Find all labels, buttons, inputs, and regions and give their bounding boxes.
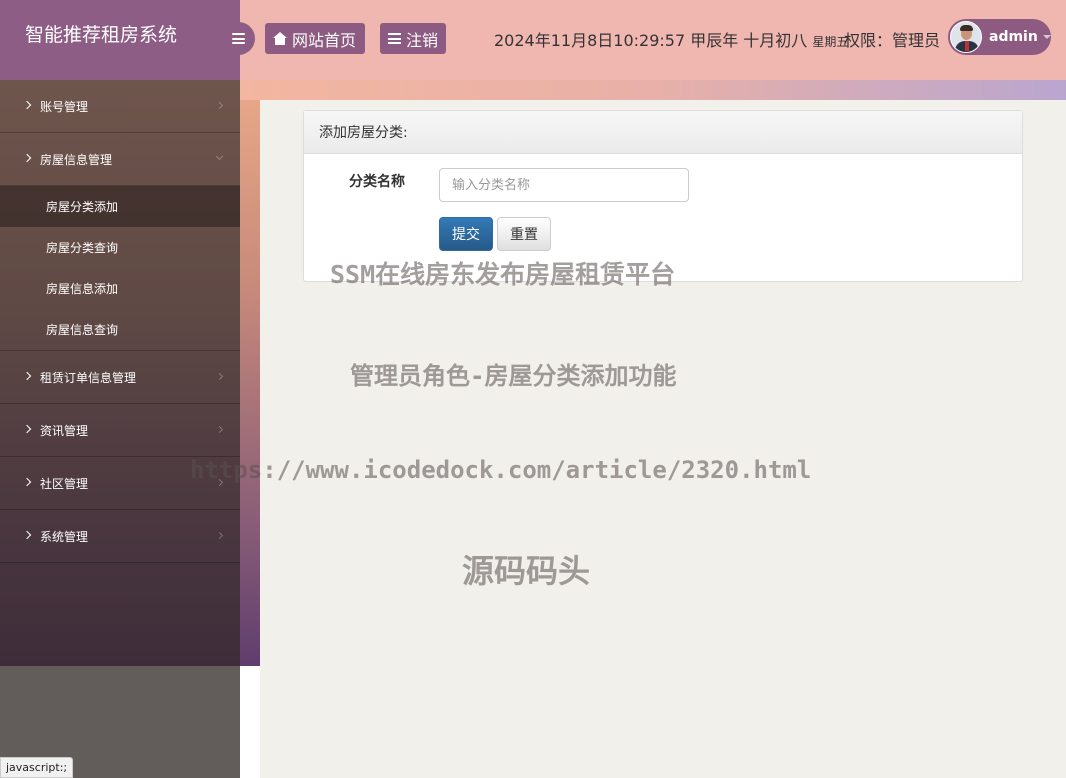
datetime-text: 2024年11月8日10:29:57 甲辰年 十月初八 <box>494 31 808 50</box>
top-header: 智能推荐租房系统 网站首页 注销 2024年11月8日10:29:57 甲辰年 … <box>0 0 1066 80</box>
chevron-right-icon <box>22 371 32 381</box>
weekday-text: 星期五 <box>812 35 849 49</box>
current-datetime: 2024年11月8日10:29:57 甲辰年 十月初八 星期五 <box>494 27 848 51</box>
chevron-down-icon <box>215 152 224 161</box>
submenu-item-category-query[interactable]: 房屋分类查询 <box>0 227 240 268</box>
sidebar-item-label: 租赁订单信息管理 <box>40 370 137 385</box>
list-icon <box>388 33 401 44</box>
username: admin <box>989 29 1038 45</box>
sidebar-toggle-button[interactable] <box>222 22 255 55</box>
chevron-right-icon <box>215 425 224 434</box>
sidebar-item-rental-orders[interactable]: 租赁订单信息管理 <box>0 351 240 404</box>
chevron-right-icon <box>22 424 32 434</box>
avatar <box>950 21 982 53</box>
sidebar-item-label: 账号管理 <box>40 99 89 114</box>
category-name-input[interactable] <box>439 168 689 202</box>
sidebar-item-label: 系统管理 <box>40 529 89 544</box>
category-name-label: 分类名称 <box>349 174 405 190</box>
menu-toggle-icon <box>232 33 245 44</box>
submenu-item-label: 房屋信息查询 <box>46 323 119 337</box>
logout-button[interactable]: 注销 <box>380 23 446 54</box>
reset-button[interactable]: 重置 <box>497 217 551 251</box>
site-home-button[interactable]: 网站首页 <box>265 23 365 54</box>
site-home-label: 网站首页 <box>292 30 357 50</box>
submenu-item-house-query[interactable]: 房屋信息查询 <box>0 309 240 350</box>
sidebar-item-account[interactable]: 账号管理 <box>0 80 240 133</box>
submenu-item-label: 房屋分类添加 <box>46 200 119 214</box>
sidebar-item-system[interactable]: 系统管理 <box>0 510 240 563</box>
chevron-right-icon <box>22 153 32 163</box>
chevron-right-icon <box>22 100 32 110</box>
chevron-right-icon <box>22 530 32 540</box>
permission-label: 权限：管理员 <box>844 31 941 50</box>
user-menu[interactable]: admin <box>948 19 1051 55</box>
submenu-item-category-add[interactable]: 房屋分类添加 <box>0 186 240 227</box>
sidebar-item-label: 房屋信息管理 <box>40 152 113 167</box>
submenu-item-label: 房屋分类查询 <box>46 241 119 255</box>
main-content: 添加房屋分类: 分类名称 提交 重置 <box>260 100 1066 778</box>
watermark-line: 源码码头 <box>462 552 591 590</box>
sidebar: 账号管理 房屋信息管理 房屋分类添加 房屋分类查询 房屋信息添加 房屋信息查询 … <box>0 80 240 666</box>
sidebar-item-label: 资讯管理 <box>40 423 89 438</box>
logout-label: 注销 <box>406 30 439 50</box>
sidebar-item-house-info[interactable]: 房屋信息管理 <box>0 133 240 186</box>
chevron-right-icon <box>215 372 224 381</box>
chevron-right-icon <box>215 531 224 540</box>
watermark-line: 管理员角色-房屋分类添加功能 <box>350 362 677 390</box>
house-info-submenu: 房屋分类添加 房屋分类查询 房屋信息添加 房屋信息查询 <box>0 186 240 351</box>
submenu-item-house-add[interactable]: 房屋信息添加 <box>0 268 240 309</box>
sidebar-item-label: 社区管理 <box>40 476 89 491</box>
brand-area: 智能推荐租房系统 <box>0 0 240 80</box>
sidebar-item-news[interactable]: 资讯管理 <box>0 404 240 457</box>
watermark-url: https://www.icodedock.com/article/2320.h… <box>190 456 812 484</box>
content-top-strip <box>240 80 1066 100</box>
submit-button[interactable]: 提交 <box>439 217 493 251</box>
chevron-right-icon <box>22 477 32 487</box>
panel-title: 添加房屋分类: <box>304 111 1022 154</box>
chevron-right-icon <box>215 101 224 110</box>
watermark-line: SSM在线房东发布房屋租赁平台 <box>330 260 676 289</box>
home-icon <box>273 32 287 45</box>
app-title: 智能推荐租房系统 <box>25 24 178 46</box>
browser-status-bar: javascript:; <box>0 757 74 778</box>
caret-down-icon <box>1042 35 1051 39</box>
submenu-item-label: 房屋信息添加 <box>46 282 119 296</box>
